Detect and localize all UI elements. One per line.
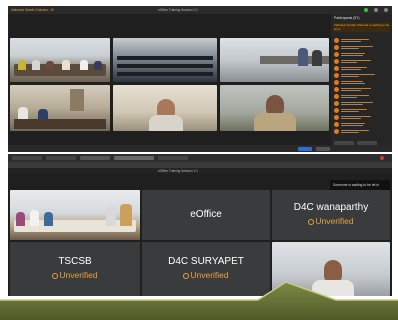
participants-title: Participants (57) xyxy=(334,16,360,20)
bottom-titlebar: eOffice Training Session V.1 xyxy=(8,168,392,174)
participant-tile-d4c-wanaparthy[interactable]: D4C wanaparthy Unverified xyxy=(272,190,390,240)
bottom-meeting-window: eOffice Training Session V.1 Someone is … xyxy=(8,154,392,296)
participant-row[interactable] xyxy=(334,108,390,113)
video-tile-officer[interactable] xyxy=(220,85,329,131)
close-icon[interactable] xyxy=(384,8,388,12)
browser-tab-strip xyxy=(8,154,392,162)
close-icon[interactable] xyxy=(380,156,384,160)
waiting-notification[interactable]: Someone is waiting to be let in xyxy=(330,180,390,190)
bottom-title-center: eOffice Training Session V.1 xyxy=(158,169,198,173)
waiting-banner[interactable]: Indhukuri Sarath Chandra is waiting to b… xyxy=(333,23,390,32)
participant-row[interactable] xyxy=(334,38,390,43)
video-tile-conference-room[interactable] xyxy=(10,38,110,82)
top-titlebar: Indhukuri Sarath Chandra - 19 eOffice Tr… xyxy=(8,6,392,14)
video-tile-computer-lab[interactable] xyxy=(113,38,217,82)
collage-frame: Indhukuri Sarath Chandra - 19 eOffice Tr… xyxy=(0,0,398,320)
participant-row[interactable] xyxy=(334,101,390,106)
participants-button[interactable] xyxy=(298,146,312,151)
top-meeting-window: Indhukuri Sarath Chandra - 19 eOffice Tr… xyxy=(8,6,392,152)
participant-name: eOffice xyxy=(190,209,222,220)
participant-row[interactable] xyxy=(334,45,390,50)
participant-row[interactable] xyxy=(334,80,390,85)
video-tile-office[interactable] xyxy=(220,38,329,82)
participant-row[interactable] xyxy=(334,59,390,64)
browser-tab[interactable] xyxy=(158,156,188,160)
browser-tab[interactable] xyxy=(46,156,76,160)
video-tile-speaker[interactable] xyxy=(113,85,217,131)
browser-tab[interactable] xyxy=(12,156,42,160)
participant-row[interactable] xyxy=(334,115,390,120)
video-tile-conference-room[interactable] xyxy=(10,190,140,240)
shield-icon xyxy=(364,8,368,12)
top-title-center: eOffice Training Session V.1 xyxy=(158,8,198,12)
top-meeting-controls xyxy=(8,145,392,152)
participant-row[interactable] xyxy=(334,94,390,99)
top-title-left: Indhukuri Sarath Chandra - 19 xyxy=(11,8,54,12)
participant-row[interactable] xyxy=(334,122,390,127)
participant-tile-eoffice[interactable]: eOffice xyxy=(142,190,270,240)
more-button[interactable] xyxy=(316,146,330,151)
unverified-badge: Unverified xyxy=(272,216,390,226)
video-tile-meeting-hall[interactable] xyxy=(10,85,110,131)
participant-name: TSCSB xyxy=(58,256,92,267)
participants-panel: Participants (57) Indhukuri Sarath Chand… xyxy=(331,14,392,152)
decorative-ribbon xyxy=(0,281,398,320)
participant-row[interactable] xyxy=(334,87,390,92)
participant-row[interactable] xyxy=(334,73,390,78)
participant-row[interactable] xyxy=(334,52,390,57)
browser-tab-active[interactable] xyxy=(114,156,154,160)
participant-row[interactable] xyxy=(334,129,390,134)
minimize-icon[interactable] xyxy=(374,8,378,12)
browser-tab[interactable] xyxy=(80,156,110,160)
participant-name: D4C wanaparthy xyxy=(293,202,369,213)
participant-name: D4C SURYAPET xyxy=(168,256,244,267)
unverified-icon xyxy=(308,219,315,225)
participant-row[interactable] xyxy=(334,66,390,71)
